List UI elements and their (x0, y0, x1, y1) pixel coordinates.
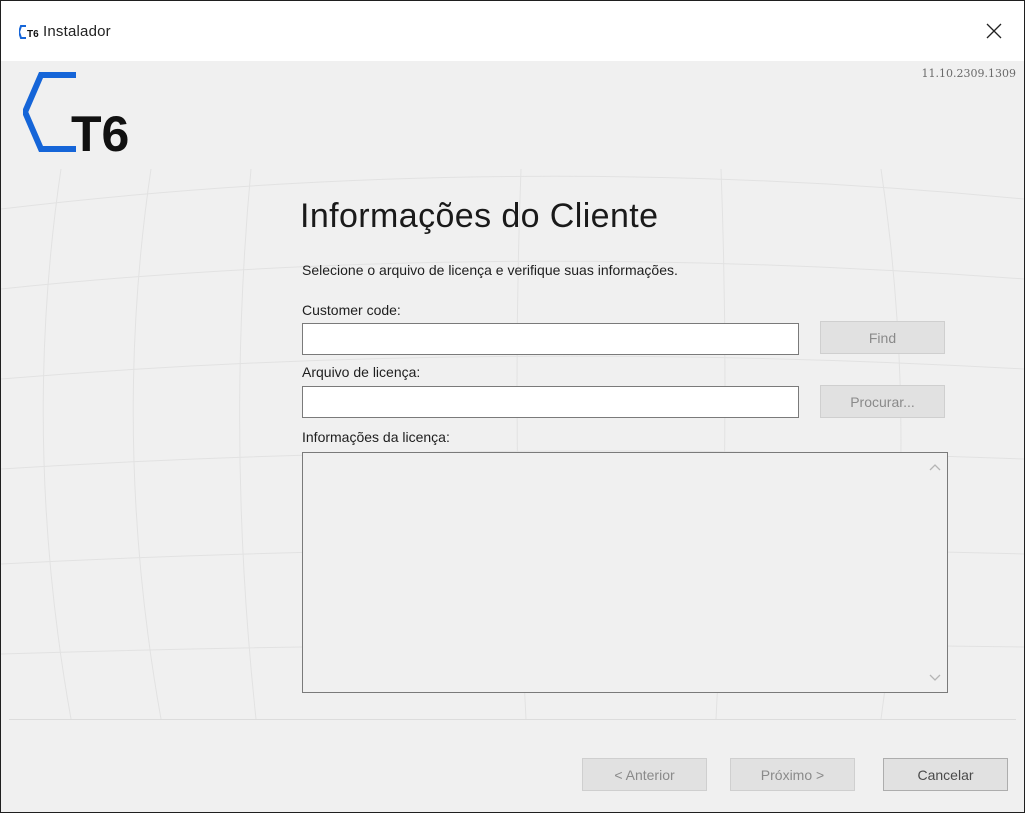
license-file-input[interactable] (302, 386, 799, 418)
svg-text:T6: T6 (71, 106, 129, 159)
back-button[interactable]: < Anterior (582, 758, 707, 791)
chevron-up-icon[interactable] (929, 463, 941, 471)
license-info-scrollbar[interactable] (923, 453, 947, 692)
customer-code-input[interactable] (302, 323, 799, 355)
cancel-button[interactable]: Cancelar (883, 758, 1008, 791)
license-info-label: Informações da licença: (302, 429, 450, 445)
customer-code-label: Customer code: (302, 302, 401, 318)
content-area: Informações do Cliente Selecione o arqui… (1, 169, 1024, 719)
find-button[interactable]: Find (820, 321, 945, 354)
version-label: 11.10.2309.1309 (921, 67, 1016, 80)
chevron-down-icon[interactable] (929, 674, 941, 682)
browse-button[interactable]: Procurar... (820, 385, 945, 418)
installer-window: T6 Instalador 11.10.2309.1309 T6 Informa… (0, 0, 1025, 813)
license-file-label: Arquivo de licença: (302, 364, 421, 380)
page-title: Informações do Cliente (300, 197, 659, 235)
t6-app-icon: T6 (19, 25, 39, 39)
close-icon (986, 23, 1002, 39)
t6-logo: T6 (23, 72, 129, 159)
license-info-box (302, 452, 948, 693)
close-button[interactable] (978, 15, 1010, 47)
header-banner: 11.10.2309.1309 T6 (1, 61, 1024, 169)
license-info-text[interactable] (303, 453, 923, 692)
page-subtitle: Selecione o arquivo de licença e verifiq… (302, 262, 678, 278)
next-button[interactable]: Próximo > (730, 758, 855, 791)
window-title: Instalador (43, 23, 111, 40)
title-bar: T6 Instalador (1, 1, 1024, 61)
svg-text:T6: T6 (27, 29, 39, 39)
footer-divider (9, 719, 1016, 720)
